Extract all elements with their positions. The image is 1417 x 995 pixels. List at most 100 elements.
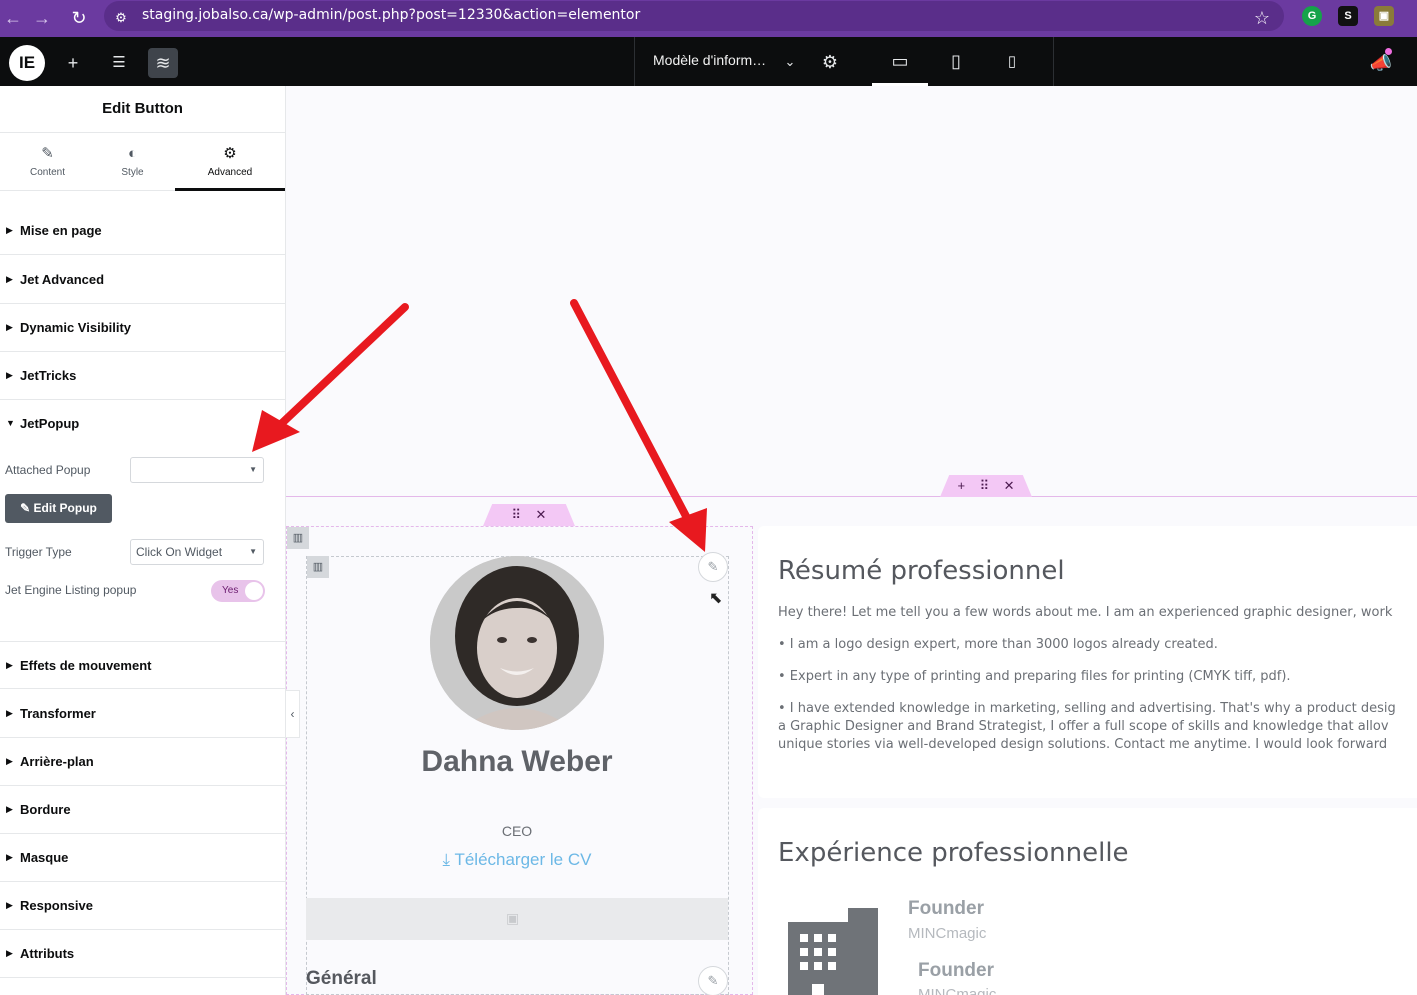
section-dynamic-visibility[interactable]: ▶ Dynamic Visibility	[0, 304, 285, 352]
drag-handle-icon[interactable]: ⠿	[512, 507, 522, 522]
placeholder-band: ▣	[306, 898, 728, 940]
image-placeholder-icon: ▣	[506, 910, 520, 926]
add-element-icon[interactable]: +	[58, 48, 88, 78]
section-effets-de-mouvement[interactable]: ▶ Effets de mouvement	[0, 641, 285, 689]
building-icon	[788, 908, 878, 995]
preview-canvas: + ⠿ ✕ ⠿ ✕ ▥ ▥ Dahna Weber CEO ⤓ Téléchar…	[286, 86, 1417, 995]
experience-title: Founder	[918, 960, 994, 981]
resume-paragraph: Hey there! Let me tell you a few words a…	[778, 605, 1393, 620]
pencil-icon: ✎	[20, 501, 34, 515]
caret-right-icon: ▶	[6, 274, 13, 284]
section-masque[interactable]: ▶ Masque	[0, 834, 285, 882]
listing-popup-label: Jet Engine Listing popup	[5, 583, 137, 597]
attached-popup-select[interactable]: ▼	[130, 457, 264, 483]
collapse-panel-chevron-icon[interactable]: ‹	[286, 690, 300, 738]
section-arriere-plan[interactable]: ▶ Arrière-plan	[0, 738, 285, 786]
contrast-icon: ◐	[127, 145, 138, 162]
section-label: Bordure	[20, 802, 71, 817]
resume-paragraph: a Graphic Designer and Brand Strategist,…	[778, 719, 1389, 734]
dropdown-arrow-icon: ▼	[249, 465, 257, 474]
forward-icon[interactable]: →	[29, 5, 55, 31]
section-jetpopup[interactable]: ▼ JetPopup	[0, 400, 285, 448]
tab-label: Advanced	[207, 167, 253, 178]
add-section-icon[interactable]: +	[958, 478, 966, 493]
mobile-view-icon[interactable]: ▯	[984, 37, 1040, 86]
panel-tabs: ✎ Content ◐ Style ⚙ Advanced	[0, 133, 285, 191]
document-title[interactable]: Modèle d'inform…	[653, 52, 766, 68]
section-label: Jet Advanced	[20, 272, 105, 287]
experience-company: MINCmagic	[908, 925, 987, 942]
tab-content[interactable]: ✎ Content	[0, 133, 95, 191]
browser-toolbar: ← → ↻ ⚙ staging.jobalso.ca/wp-admin/post…	[0, 0, 1417, 37]
reload-icon[interactable]: ↻	[66, 5, 92, 31]
trigger-type-select[interactable]: Click On Widget ▼	[130, 539, 264, 565]
caret-right-icon: ▶	[6, 900, 13, 910]
caret-down-icon: ▼	[6, 418, 15, 428]
toggle-label: Yes	[222, 585, 239, 596]
edit-popup-button[interactable]: ✎ Edit Popup	[5, 494, 112, 523]
caret-right-icon: ▶	[6, 370, 13, 380]
bookmark-star-icon[interactable]: ☆	[1249, 5, 1275, 31]
pencil-icon: ✎	[41, 145, 54, 162]
attached-popup-label: Attached Popup	[5, 463, 91, 477]
container-handle[interactable]: ⠿ ✕	[483, 504, 575, 526]
desktop-view-icon[interactable]: ▭	[872, 37, 928, 86]
tab-style[interactable]: ◐ Style	[85, 133, 180, 191]
editor-panel: Edit Button ✎ Content ◐ Style ⚙ Advanced…	[0, 86, 286, 995]
extension-icon[interactable]: S	[1338, 6, 1358, 26]
section-label: Effets de mouvement	[20, 658, 152, 673]
section-outline	[286, 496, 1417, 497]
grammarly-extension-icon[interactable]: G	[1302, 6, 1322, 26]
caret-right-icon: ▶	[6, 322, 13, 332]
tablet-view-icon[interactable]: ▯	[928, 37, 984, 86]
section-label: Mise en page	[20, 223, 102, 238]
section-jet-advanced[interactable]: ▶ Jet Advanced	[0, 256, 285, 304]
panel-title: Edit Button	[0, 86, 285, 133]
drag-handle-icon[interactable]: ⠿	[980, 478, 990, 493]
site-settings-icon[interactable]: ⚙	[108, 5, 134, 31]
cv-link-label: Télécharger le CV	[454, 850, 592, 869]
section-handle[interactable]: + ⠿ ✕	[940, 475, 1032, 497]
section-attributs[interactable]: ▶ Attributs	[0, 930, 285, 978]
caret-right-icon: ▶	[6, 708, 13, 718]
section-jettricks[interactable]: ▶ JetTricks	[0, 352, 285, 400]
chevron-down-icon[interactable]: ⌄	[775, 47, 805, 77]
trigger-type-label: Trigger Type	[5, 545, 72, 559]
profile-name: Dahna Weber	[421, 745, 613, 778]
column-icon[interactable]: ▥	[307, 556, 329, 578]
section-label: JetTricks	[20, 368, 77, 383]
dropdown-arrow-icon: ▼	[249, 547, 257, 556]
extension-icon-2[interactable]: ▣	[1374, 6, 1394, 26]
caret-right-icon: ▶	[6, 804, 13, 814]
column-icon[interactable]: ▥	[287, 527, 309, 549]
page-settings-gear-icon[interactable]: ⚙	[815, 47, 845, 77]
structure-layers-icon[interactable]: ≋	[148, 48, 178, 78]
url-text: staging.jobalso.ca/wp-admin/post.php?pos…	[142, 7, 641, 23]
section-mise-en-page[interactable]: ▶ Mise en page	[0, 207, 285, 255]
resume-paragraph: unique stories via well-developed design…	[778, 737, 1388, 752]
edit-widget-pencil-icon[interactable]: ✎	[698, 552, 728, 582]
section-bordure[interactable]: ▶ Bordure	[0, 786, 285, 834]
tab-advanced[interactable]: ⚙ Advanced	[175, 133, 285, 191]
section-transformer[interactable]: ▶ Transformer	[0, 690, 285, 738]
tab-label: Content	[29, 167, 66, 178]
notification-dot	[1385, 48, 1392, 55]
gear-icon: ⚙	[223, 145, 237, 162]
elementor-topbar: IE + ☰ ≋ Modèle d'inform… ⌄ ⚙ ▭ ▯ ▯ 📣	[0, 37, 1417, 86]
resume-card: Résumé professionnel Hey there! Let me t…	[758, 526, 1417, 798]
resume-heading: Résumé professionnel	[778, 556, 1065, 586]
listing-popup-toggle[interactable]: Yes	[211, 580, 265, 602]
site-settings-sliders-icon[interactable]: ☰	[104, 48, 134, 78]
caret-right-icon: ▶	[6, 225, 13, 235]
delete-section-icon[interactable]: ✕	[1004, 478, 1015, 493]
download-cv-button[interactable]: ⤓ Télécharger le CV	[427, 850, 607, 870]
back-icon[interactable]: ←	[0, 5, 26, 31]
general-heading: Général	[306, 968, 377, 989]
mouse-cursor-icon: ⬉	[709, 590, 723, 607]
document-controls: Modèle d'inform… ⌄ ⚙ ▭ ▯ ▯	[634, 37, 1054, 86]
elementor-logo-icon[interactable]: IE	[9, 45, 45, 81]
section-label: Masque	[20, 850, 69, 865]
section-responsive[interactable]: ▶ Responsive	[0, 882, 285, 930]
edit-widget-pencil-icon[interactable]: ✎	[698, 966, 728, 995]
delete-container-icon[interactable]: ✕	[536, 507, 547, 522]
